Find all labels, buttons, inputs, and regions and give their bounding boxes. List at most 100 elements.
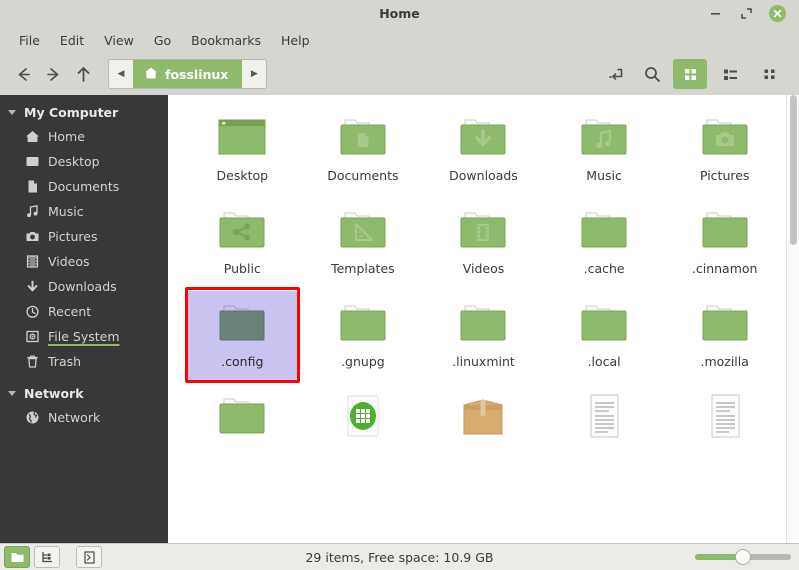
file-item-music[interactable]: Music <box>544 105 665 198</box>
window-title: Home <box>0 6 799 21</box>
sidebar-item-label: Desktop <box>48 154 100 169</box>
sidebar-group-network[interactable]: Network <box>0 382 168 405</box>
breadcrumb-next-icon[interactable]: ▶ <box>242 60 266 88</box>
breadcrumb: ◀ fosslinux ▶ <box>108 59 267 89</box>
search-icon[interactable] <box>637 59 667 89</box>
minimize-icon[interactable] <box>707 5 724 22</box>
folder-icon <box>212 390 272 442</box>
file-view[interactable]: Desktop Documents <box>168 95 799 543</box>
file-item-public[interactable]: Public <box>182 198 303 291</box>
file-item-linuxmint[interactable]: .linuxmint <box>423 291 544 384</box>
menu-go[interactable]: Go <box>144 31 181 50</box>
file-label: Downloads <box>449 168 518 183</box>
file-label: Music <box>586 168 622 183</box>
status-bar: 29 items, Free space: 10.9 GB <box>0 543 799 570</box>
toolbar: ◀ fosslinux ▶ <box>0 53 799 95</box>
trash-icon <box>24 354 40 370</box>
zoom-slider[interactable] <box>695 548 791 566</box>
file-label: .linuxmint <box>452 354 515 369</box>
file-item-videos[interactable]: Videos <box>423 198 544 291</box>
folder-download-icon <box>453 111 513 163</box>
file-item-config[interactable]: .config <box>182 291 303 384</box>
file-label: .config <box>221 354 263 369</box>
menu-bookmarks[interactable]: Bookmarks <box>181 31 271 50</box>
folder-icon <box>333 297 393 349</box>
file-item-row4-2[interactable] <box>303 384 424 477</box>
sidebar-item-label: Downloads <box>48 279 117 294</box>
menu-edit[interactable]: Edit <box>50 31 94 50</box>
compact-view-button[interactable] <box>753 59 787 89</box>
menu-file[interactable]: File <box>9 31 50 50</box>
sidebar-item-label: Home <box>48 129 85 144</box>
back-arrow-icon[interactable] <box>8 59 38 89</box>
breadcrumb-label: fosslinux <box>165 67 228 82</box>
folder-ruler-icon <box>333 204 393 256</box>
file-item-templates[interactable]: Templates <box>303 198 424 291</box>
file-item-documents[interactable]: Documents <box>303 105 424 198</box>
desktop-window-icon <box>212 111 272 163</box>
file-item-row4-4[interactable] <box>544 384 665 477</box>
folder-document-icon <box>333 111 393 163</box>
close-icon[interactable] <box>769 5 786 22</box>
file-item-cache[interactable]: .cache <box>544 198 665 291</box>
menu-help[interactable]: Help <box>271 31 320 50</box>
sidebar-item-file-system[interactable]: File System <box>0 324 168 349</box>
desktop-icon <box>24 154 40 170</box>
file-label: Videos <box>463 261 505 276</box>
file-item-downloads[interactable]: Downloads <box>423 105 544 198</box>
file-manager-window: Home File Edit View Go Bookmarks Hel <box>0 0 799 570</box>
sidebar-item-label: Videos <box>48 254 90 269</box>
download-arrow-icon <box>24 279 40 295</box>
file-item-cinnamon[interactable]: .cinnamon <box>664 198 785 291</box>
sidebar-item-recent[interactable]: Recent <box>0 299 168 324</box>
list-view-button[interactable] <box>713 59 747 89</box>
vertical-scrollbar[interactable] <box>786 95 799 543</box>
globe-icon <box>24 410 40 426</box>
scrollbar-thumb[interactable] <box>790 95 797 245</box>
menu-view[interactable]: View <box>94 31 144 50</box>
slider-handle[interactable] <box>735 549 751 565</box>
sidebar-item-label: Pictures <box>48 229 98 244</box>
file-item-mozilla[interactable]: .mozilla <box>664 291 785 384</box>
breadcrumb-prev-icon[interactable]: ◀ <box>109 60 133 88</box>
file-item-row4-1[interactable] <box>182 384 303 477</box>
home-icon <box>144 66 158 83</box>
sidebar-item-label: Documents <box>48 179 119 194</box>
up-arrow-icon[interactable] <box>68 59 98 89</box>
icon-view-button[interactable] <box>673 59 707 89</box>
sidebar-group-my-computer[interactable]: My Computer <box>0 101 168 124</box>
forward-arrow-icon[interactable] <box>38 59 68 89</box>
file-label: Pictures <box>700 168 750 183</box>
folder-icon <box>695 204 755 256</box>
text-document-icon <box>695 390 755 442</box>
folder-icon <box>574 204 634 256</box>
file-item-gnupg[interactable]: .gnupg <box>303 291 424 384</box>
folder-music-icon <box>574 111 634 163</box>
file-item-local[interactable]: .local <box>544 291 665 384</box>
sidebar-item-documents[interactable]: Documents <box>0 174 168 199</box>
sidebar-item-network[interactable]: Network <box>0 405 168 430</box>
sidebar-item-music[interactable]: Music <box>0 199 168 224</box>
sidebar-item-label: Network <box>48 410 100 425</box>
sidebar-item-videos[interactable]: Videos <box>0 249 168 274</box>
file-item-row4-5[interactable] <box>664 384 785 477</box>
home-icon <box>24 129 40 145</box>
clock-icon <box>24 304 40 320</box>
file-item-desktop[interactable]: Desktop <box>182 105 303 198</box>
sidebar-item-desktop[interactable]: Desktop <box>0 149 168 174</box>
file-item-row4-3[interactable] <box>423 384 544 477</box>
sidebar-item-home[interactable]: Home <box>0 124 168 149</box>
file-item-pictures[interactable]: Pictures <box>664 105 785 198</box>
folder-camera-icon <box>695 111 755 163</box>
maximize-icon[interactable] <box>738 5 755 22</box>
path-entry-toggle-icon[interactable] <box>601 59 631 89</box>
sidebar-item-downloads[interactable]: Downloads <box>0 274 168 299</box>
film-icon <box>24 254 40 270</box>
sidebar-item-pictures[interactable]: Pictures <box>0 224 168 249</box>
folder-share-icon <box>212 204 272 256</box>
sidebar-group-label: My Computer <box>24 105 118 120</box>
breadcrumb-item-fosslinux[interactable]: fosslinux <box>133 60 242 88</box>
file-label: Documents <box>327 168 398 183</box>
sidebar-item-trash[interactable]: Trash <box>0 349 168 374</box>
camera-icon <box>24 229 40 245</box>
